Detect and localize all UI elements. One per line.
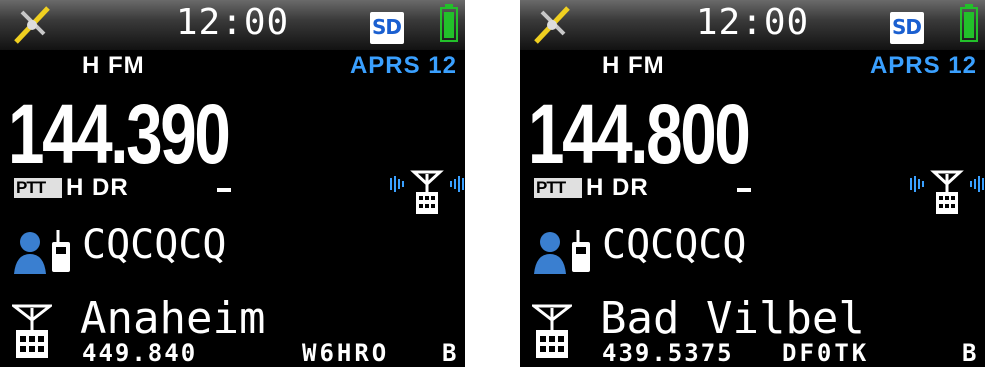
repeater-frequency: 439.5375 xyxy=(602,339,734,367)
destination-call: CQCQCQ xyxy=(82,222,227,268)
power-modulation: H FM xyxy=(602,52,665,79)
repeater-tower-icon xyxy=(532,304,572,358)
ptt-label: PTT xyxy=(16,178,46,197)
repeater-module: B xyxy=(962,339,977,367)
battery-icon xyxy=(440,4,458,42)
repeater-module: B xyxy=(442,339,457,367)
sd-card-icon: SD xyxy=(890,12,924,44)
status-bar: 12:00 SD xyxy=(520,0,985,50)
mode-row: H FM APRS 12 xyxy=(520,52,985,84)
sd-card-icon: SD xyxy=(370,12,404,44)
sd-label: SD xyxy=(892,15,922,39)
sd-label: SD xyxy=(372,15,402,39)
repeater-name: Anaheim xyxy=(80,293,266,344)
mode-row: H FM APRS 12 xyxy=(0,52,465,84)
ptt-badge: PTT xyxy=(14,178,62,198)
status-bar: 12:00 SD xyxy=(0,0,465,50)
aprs-indicator: APRS 12 xyxy=(349,52,457,79)
repeater-signal-icon xyxy=(390,170,464,214)
power-modulation: H FM xyxy=(82,52,145,79)
battery-icon xyxy=(960,4,978,42)
aprs-indicator: APRS 12 xyxy=(869,52,977,79)
repeater-callsign: DF0TK xyxy=(782,339,870,367)
offset-indicator xyxy=(217,188,231,192)
offset-indicator xyxy=(737,188,751,192)
repeater-tower-icon xyxy=(12,304,52,358)
repeater-callsign: W6HRO xyxy=(302,339,390,367)
ptt-badge: PTT xyxy=(534,178,582,198)
radio-screen-left: 12:00 SD H FM APRS 12 144.390 PTT H DR C… xyxy=(0,0,465,367)
destination-call: CQCQCQ xyxy=(602,222,747,268)
cq-operator-icon xyxy=(14,230,70,274)
dr-mode: H DR xyxy=(586,174,649,201)
repeater-name: Bad Vilbel xyxy=(600,293,865,344)
radio-screen-right: 12:00 SD H FM APRS 12 144.800 PTT H DR C… xyxy=(520,0,985,367)
frequency-display: 144.800 xyxy=(528,87,751,181)
cq-operator-icon xyxy=(534,230,590,274)
repeater-frequency: 449.840 xyxy=(82,339,198,367)
ptt-label: PTT xyxy=(536,178,566,197)
repeater-signal-icon xyxy=(910,170,984,214)
dr-mode: H DR xyxy=(66,174,129,201)
frequency-display: 144.390 xyxy=(8,87,231,181)
